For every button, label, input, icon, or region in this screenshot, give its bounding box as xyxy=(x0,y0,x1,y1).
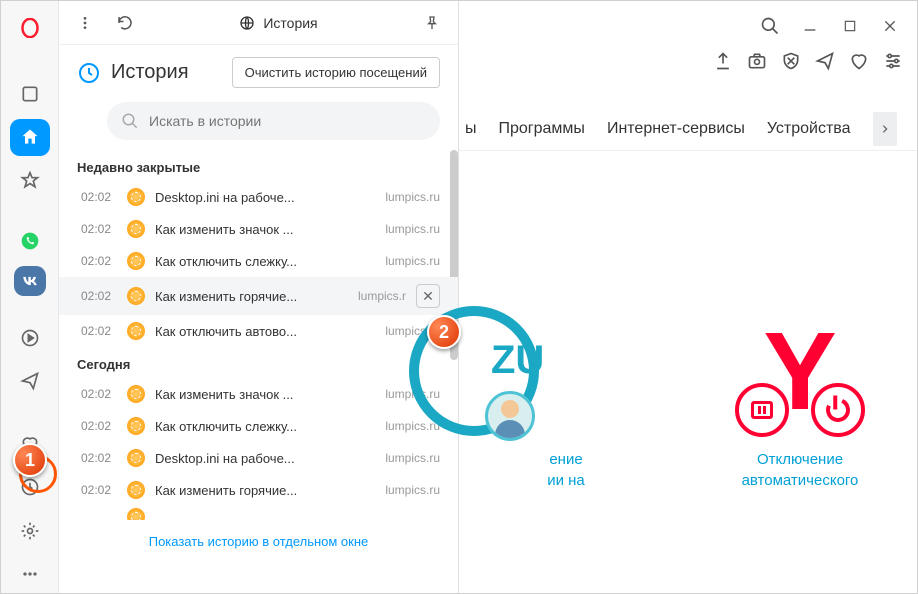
heart-icon[interactable] xyxy=(849,51,869,71)
card-label: ениеии на xyxy=(469,449,663,491)
sidebar-player-icon[interactable] xyxy=(10,319,50,356)
history-search-input[interactable] xyxy=(149,113,426,129)
address-bar-icons xyxy=(713,51,903,71)
panel-reload-icon[interactable] xyxy=(111,9,139,37)
history-header-icon xyxy=(77,61,101,85)
clear-history-button[interactable]: Очистить историю посещений xyxy=(232,57,440,88)
history-item[interactable]: 02:02Как отключить слежку...lumpics.ru xyxy=(59,410,458,442)
sidebar-more-icon[interactable] xyxy=(10,556,50,593)
sidebar-speed-dial-icon[interactable] xyxy=(10,119,50,156)
annotation-badge: 1 xyxy=(13,443,47,477)
article-card[interactable]: ZU ениеии на xyxy=(469,301,663,491)
panel-menu-icon[interactable] xyxy=(71,9,99,37)
history-panel: История История Очистить историю посещен… xyxy=(59,1,459,593)
history-item[interactable] xyxy=(59,506,458,520)
section-title: Недавно закрытые xyxy=(59,150,458,181)
yandex-logo-icon: Y xyxy=(763,308,836,435)
panel-header-title: История xyxy=(111,61,189,84)
favicon-icon xyxy=(127,481,145,499)
nav-item[interactable]: ы xyxy=(465,120,477,138)
site-nav: ы Программы Интернет-сервисы Устройства xyxy=(459,107,917,151)
nav-item[interactable]: Программы xyxy=(499,120,585,138)
globe-icon xyxy=(239,15,255,31)
window-controls xyxy=(749,5,911,47)
favicon-icon xyxy=(127,252,145,270)
avatar-icon xyxy=(485,391,535,441)
panel-toolbar: История xyxy=(59,1,458,45)
article-card[interactable]: Y Отключениеавтоматического xyxy=(703,301,897,491)
favicon-icon xyxy=(127,188,145,206)
nav-scroll-right-icon[interactable] xyxy=(873,112,897,146)
main-content: ы Программы Интернет-сервисы Устройства … xyxy=(459,1,917,593)
history-item[interactable]: 02:02Как изменить значок ...lumpics.ru xyxy=(59,213,458,245)
history-item[interactable]: 02:02Как изменить горячие...lumpics.ru xyxy=(59,474,458,506)
annotation-badge: 2 xyxy=(427,315,461,349)
shield-icon[interactable] xyxy=(781,51,801,71)
maximize-icon[interactable] xyxy=(837,13,863,39)
history-list: Недавно закрытые 02:02Desktop.ini на раб… xyxy=(59,150,458,593)
history-item[interactable]: 02:02Desktop.ini на рабоче...lumpics.ru xyxy=(59,181,458,213)
vk-icon[interactable] xyxy=(14,266,46,296)
search-page-icon[interactable] xyxy=(757,13,783,39)
sidebar-tabs-icon[interactable] xyxy=(10,75,50,112)
share-icon[interactable] xyxy=(713,51,733,71)
delete-item-icon[interactable]: ✕ xyxy=(416,284,440,308)
film-icon xyxy=(735,383,789,437)
zu-text: ZU xyxy=(491,338,544,383)
panel-header: История Очистить историю посещений xyxy=(59,45,458,96)
panel-tab-title: История xyxy=(151,15,406,31)
card-label: Отключениеавтоматического xyxy=(703,449,897,491)
history-search-box[interactable] xyxy=(107,102,440,140)
minimize-icon[interactable] xyxy=(797,13,823,39)
history-item[interactable]: 02:02Как отключить слежку...lumpics.ru xyxy=(59,245,458,277)
panel-pin-icon[interactable] xyxy=(418,9,446,37)
opera-logo-icon[interactable] xyxy=(10,9,50,46)
sidebar-bookmarks-icon[interactable] xyxy=(10,162,50,199)
favicon-icon xyxy=(127,385,145,403)
favicon-icon xyxy=(127,220,145,238)
section-title: Сегодня xyxy=(59,347,458,378)
close-window-icon[interactable] xyxy=(877,13,903,39)
history-item[interactable]: 02:02Как изменить горячие...lumpics.r✕ xyxy=(59,277,458,315)
history-item[interactable]: 02:02Как изменить значок ...lumpics.ru xyxy=(59,378,458,410)
history-item[interactable]: 02:02Как отключить автово...lumpics.ru xyxy=(59,315,458,347)
sidebar xyxy=(1,1,59,593)
sidebar-send-icon[interactable] xyxy=(10,363,50,400)
show-full-history-link[interactable]: Показать историю в отдельном окне xyxy=(59,520,458,563)
send-icon[interactable] xyxy=(815,51,835,71)
favicon-icon xyxy=(127,449,145,467)
favicon-icon xyxy=(127,287,145,305)
favicon-icon xyxy=(127,417,145,435)
history-item[interactable]: 02:02Desktop.ini на рабоче...lumpics.ru xyxy=(59,442,458,474)
screenshot-icon[interactable] xyxy=(747,51,767,71)
search-icon xyxy=(121,112,139,130)
easy-setup-icon[interactable] xyxy=(883,51,903,71)
favicon-icon xyxy=(127,322,145,340)
nav-item[interactable]: Интернет-сервисы xyxy=(607,120,745,138)
favicon-icon xyxy=(127,508,145,521)
nav-item[interactable]: Устройства xyxy=(767,120,851,138)
power-icon xyxy=(811,383,865,437)
whatsapp-icon[interactable] xyxy=(10,223,50,260)
sidebar-settings-icon[interactable] xyxy=(10,512,50,549)
